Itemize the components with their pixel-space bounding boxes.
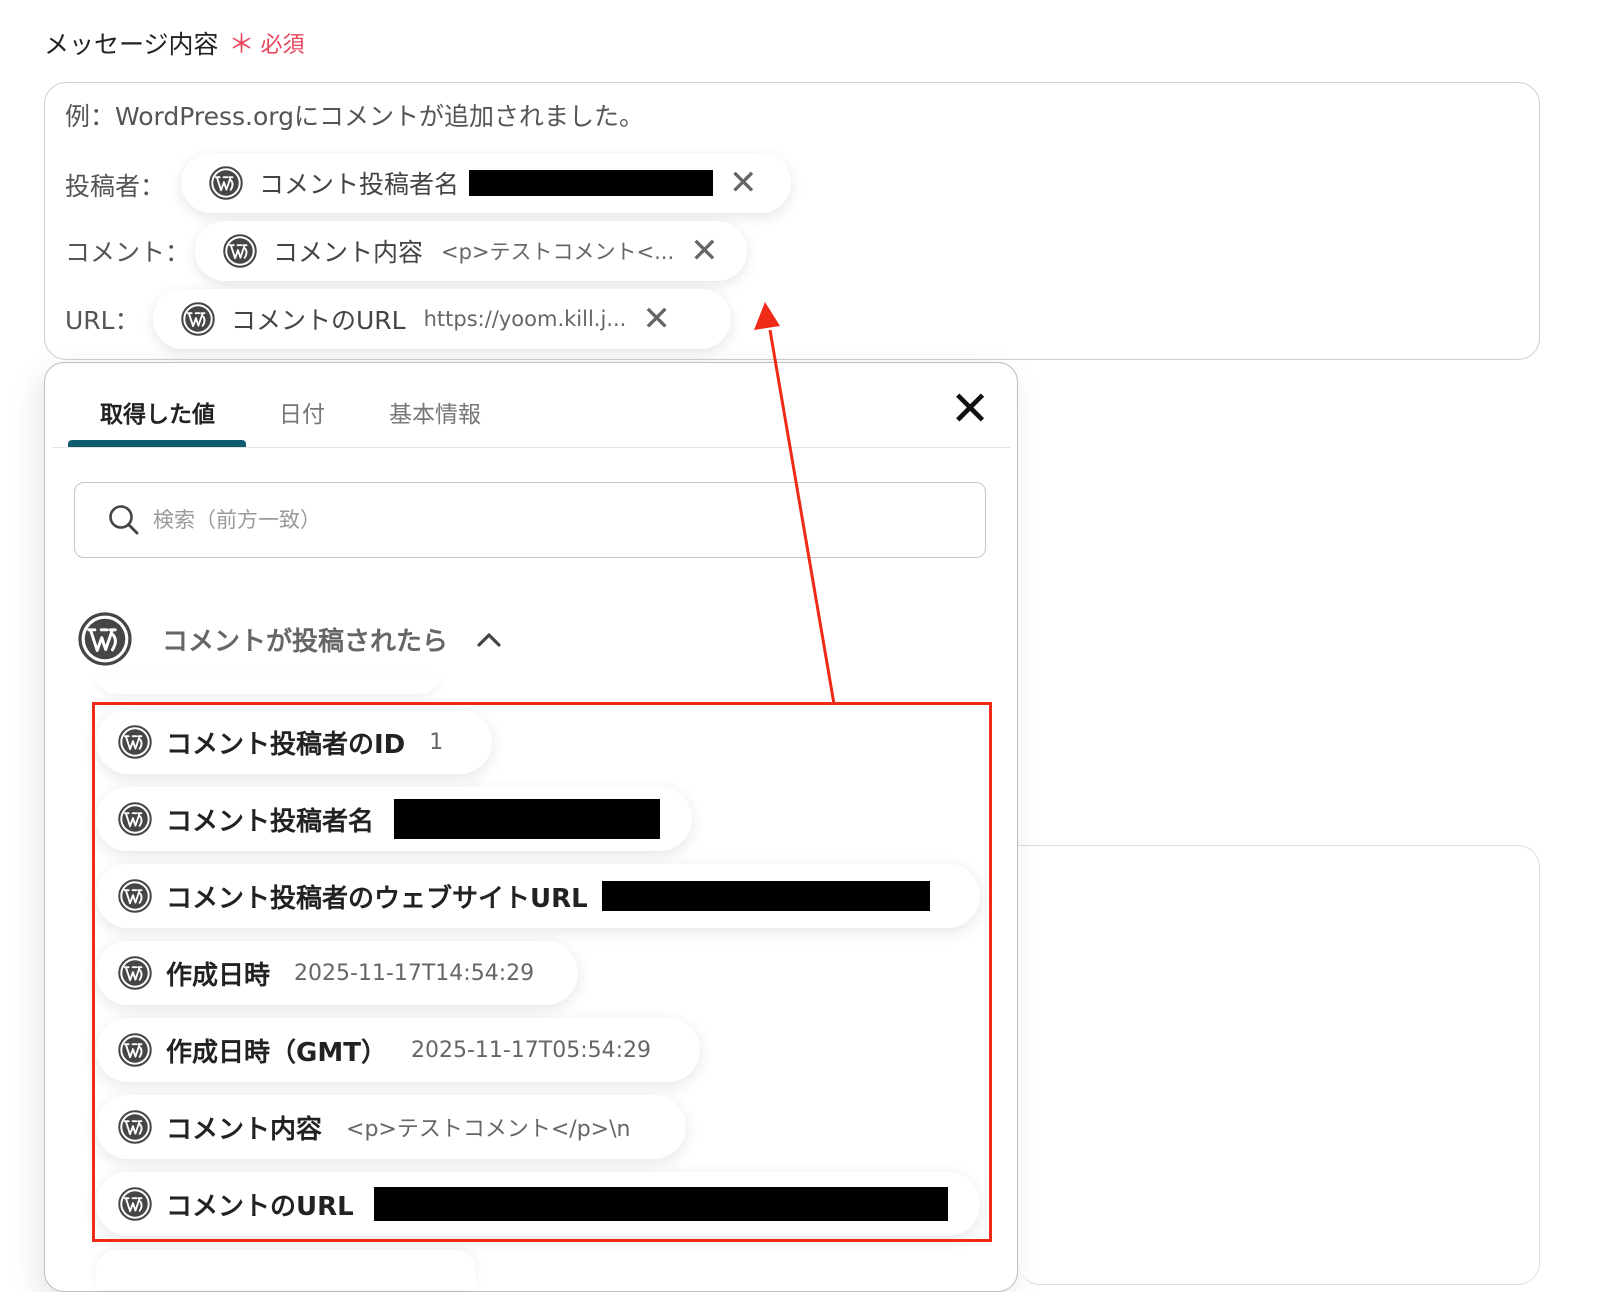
annotation-arrow xyxy=(754,302,836,705)
